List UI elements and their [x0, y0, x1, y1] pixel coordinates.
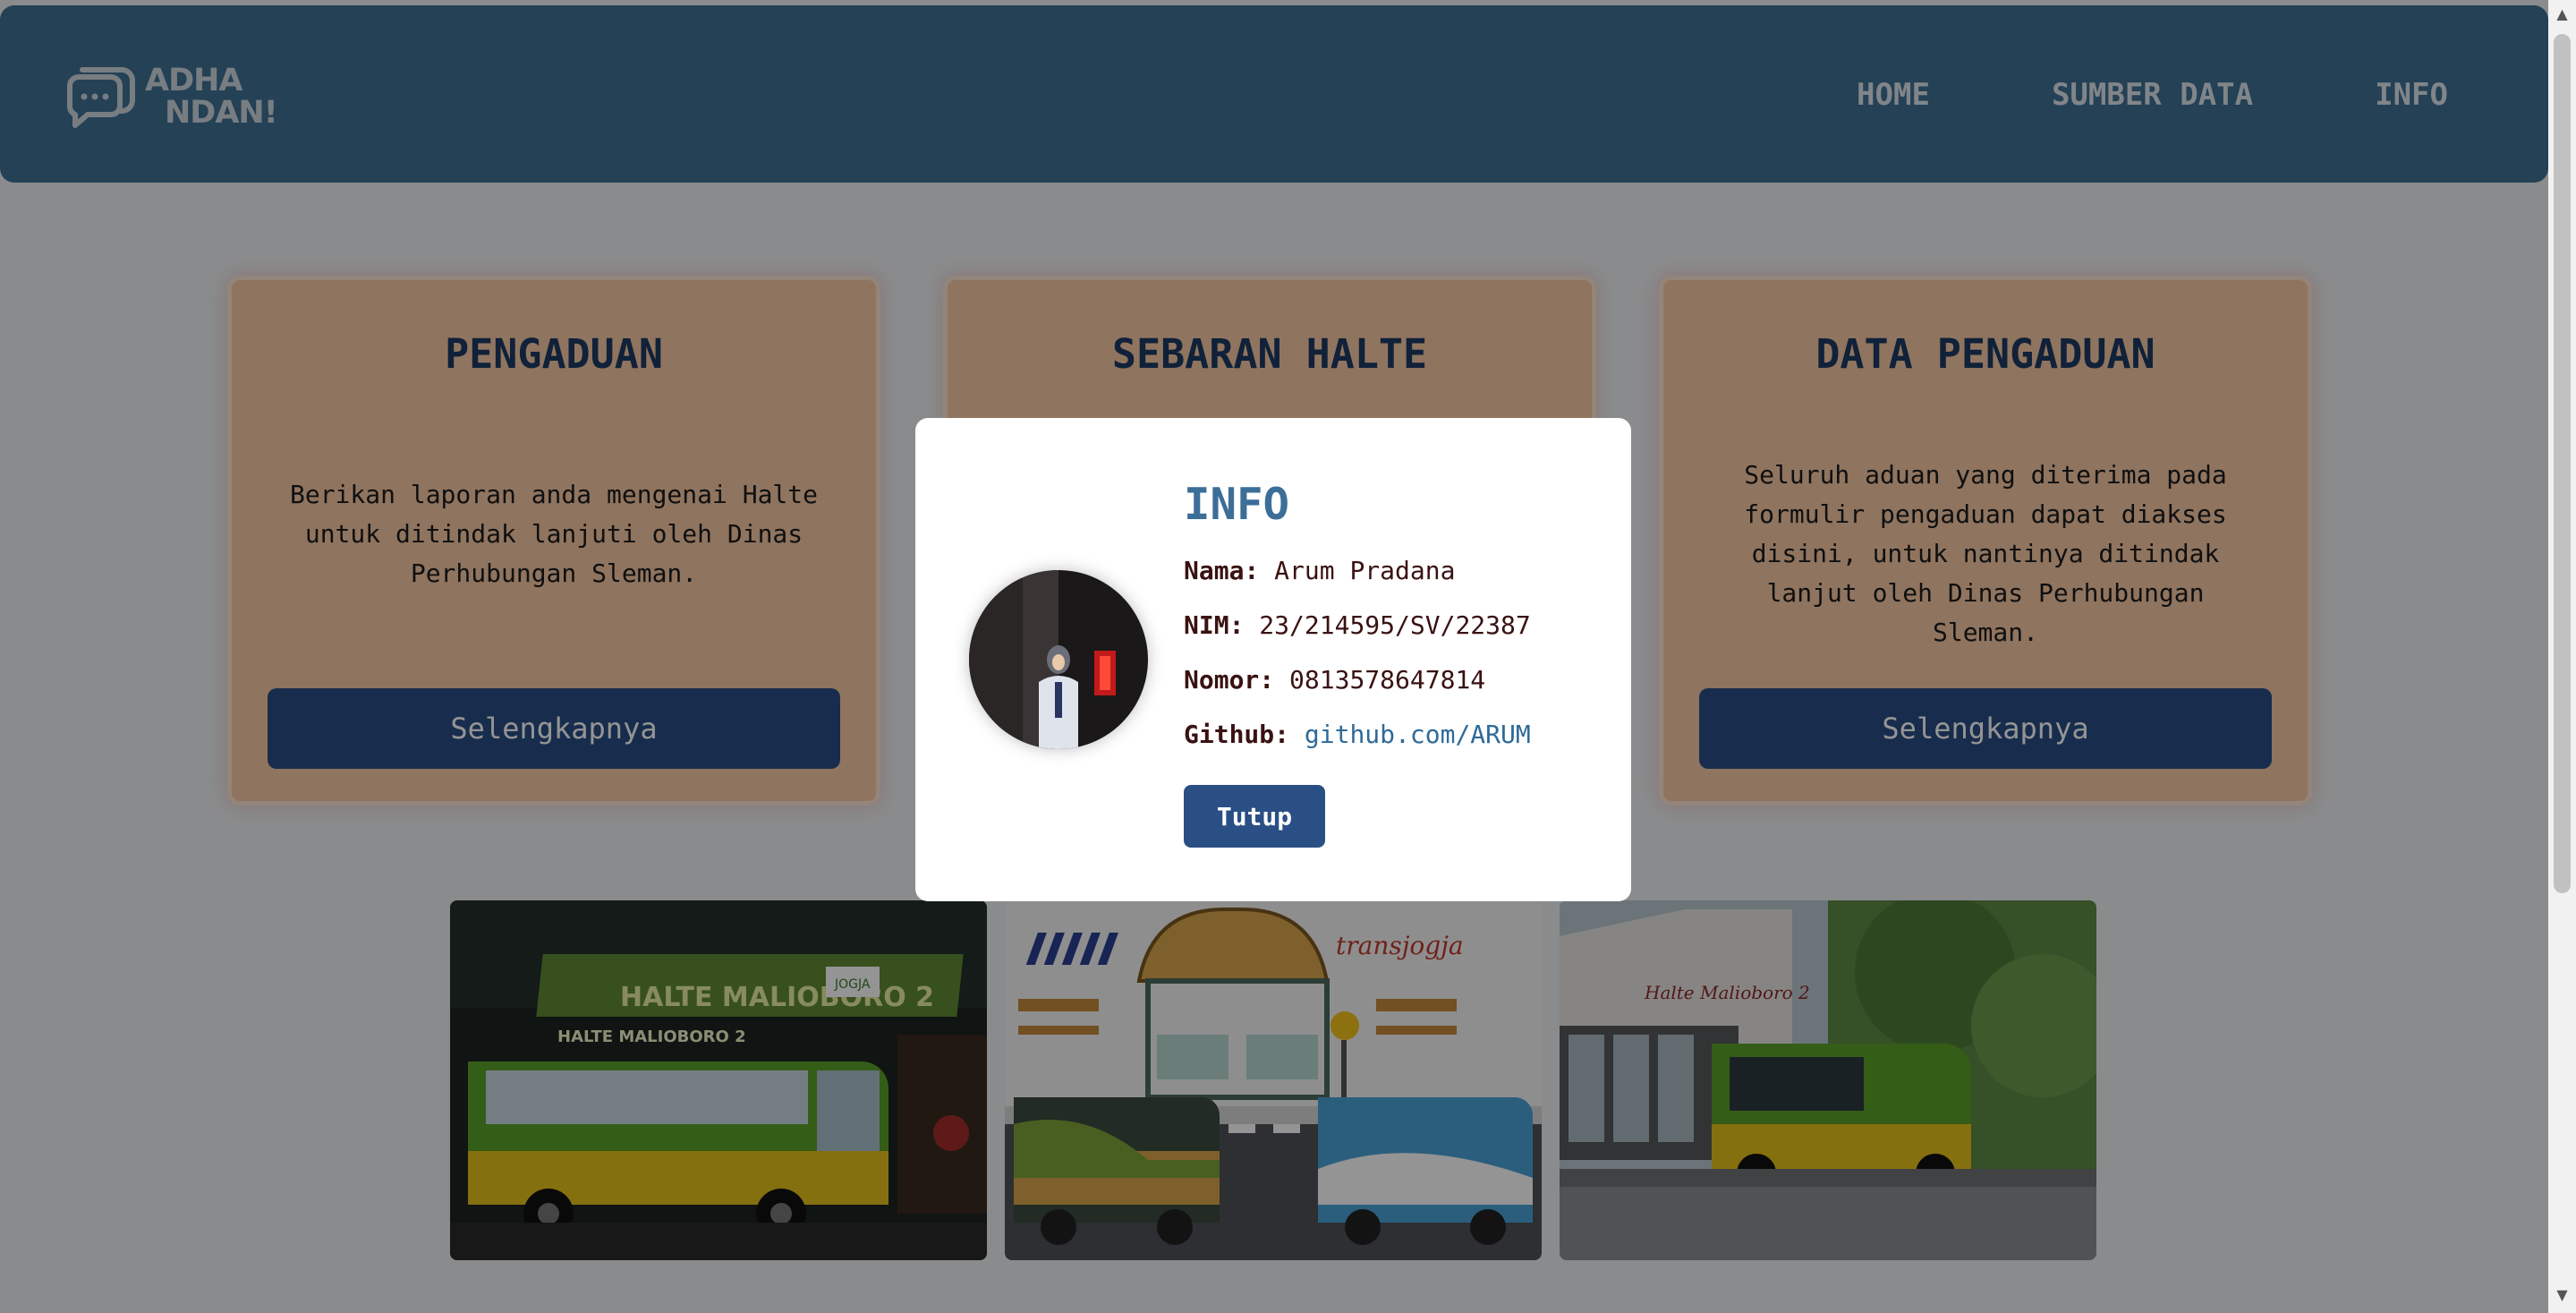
- scroll-thumb[interactable]: [2554, 34, 2571, 893]
- scroll-down-icon[interactable]: ▼: [2548, 1286, 2576, 1308]
- page: ADHA NDAN! HOME SUMBER DATA INFO PENGADU…: [0, 0, 2548, 1313]
- info-github: Github: github.com/ARUM: [1184, 720, 1531, 749]
- info-nim: NIM: 23/214595/SV/22387: [1184, 610, 1531, 640]
- nomor-label: Nomor:: [1184, 665, 1275, 695]
- github-link[interactable]: github.com/ARUM: [1305, 720, 1531, 749]
- modal-title: INFO: [1184, 479, 1290, 530]
- info-nama: Nama: Arum Pradana: [1184, 556, 1455, 585]
- tutup-button[interactable]: Tutup: [1184, 785, 1325, 848]
- vertical-scrollbar[interactable]: ▲ ▼: [2548, 0, 2576, 1313]
- profile-avatar: [969, 570, 1148, 749]
- nomor-value: 0813578647814: [1289, 665, 1486, 695]
- nama-label: Nama:: [1184, 556, 1260, 585]
- info-nomor: Nomor: 0813578647814: [1184, 665, 1485, 695]
- info-modal: INFO Nama: Arum Pradana NIM: 23/214595/S…: [915, 418, 1631, 901]
- github-label: Github:: [1184, 720, 1290, 749]
- nama-value: Arum Pradana: [1274, 556, 1456, 585]
- scroll-up-icon[interactable]: ▲: [2548, 5, 2576, 27]
- nim-label: NIM:: [1184, 610, 1245, 640]
- nim-value: 23/214595/SV/22387: [1259, 610, 1531, 640]
